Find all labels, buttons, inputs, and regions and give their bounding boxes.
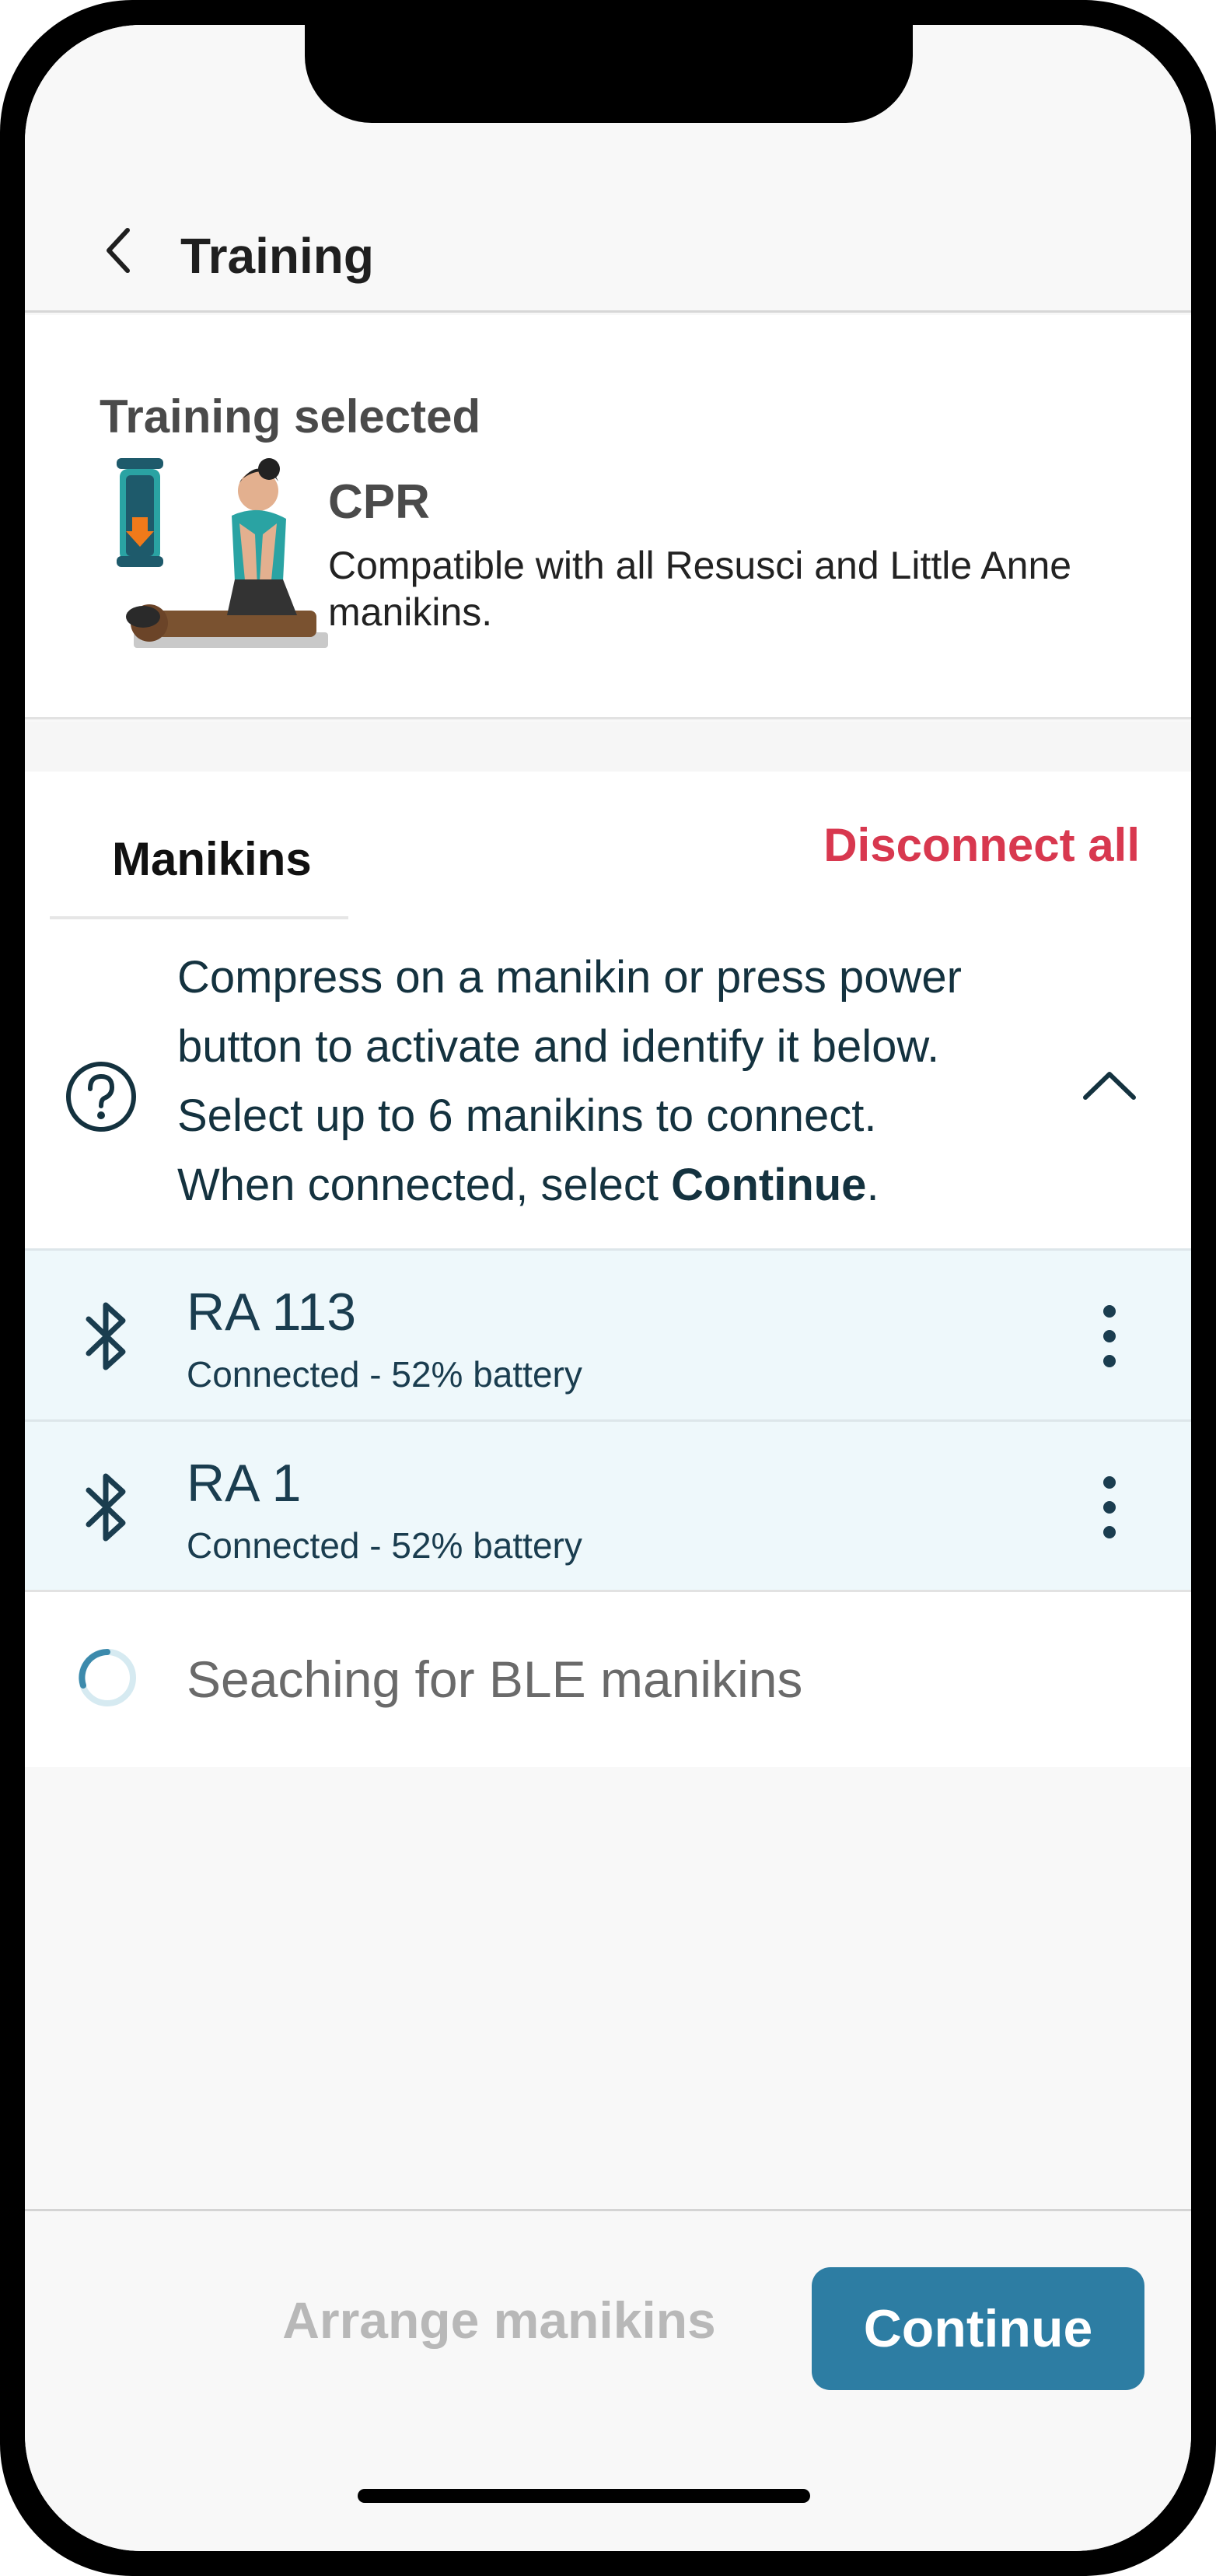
app-screen: Training Training selected CPR Compatibl… [25, 25, 1191, 2551]
tab-manikins[interactable]: Manikins [50, 772, 348, 919]
training-description: Compatible with all Resusci and Little A… [328, 544, 1072, 634]
tab-manikins-label: Manikins [112, 833, 312, 885]
instructions-line-4: When connected, select Continue. [177, 1150, 1087, 1220]
device-notch [305, 25, 913, 123]
cpr-illustration [117, 458, 328, 648]
instructions-line-4-prefix: When connected, select [177, 1160, 672, 1210]
manikin-name: RA 113 [187, 1283, 357, 1342]
more-vertical-icon-dot [1103, 1330, 1116, 1342]
loading-spinner-icon [79, 1649, 136, 1706]
more-vertical-icon-dot [1103, 1355, 1116, 1367]
bluetooth-icon [86, 1473, 126, 1542]
training-selected-card: Training selected CPR Compatible with al… [25, 315, 1191, 719]
instructions-line-3: Select up to 6 manikins to connect. [177, 1090, 877, 1141]
manikins-panel: Manikins Disconnect all Compress on a ma… [25, 772, 1191, 1767]
section-divider [25, 722, 1191, 772]
manikin-status: Connected - 52% battery [187, 1354, 582, 1395]
more-vertical-icon [1103, 1305, 1116, 1318]
more-vertical-icon [1103, 1476, 1116, 1489]
training-selected-heading: Training selected [100, 390, 481, 443]
back-button[interactable] [87, 212, 149, 289]
instructions-block: Compress on a manikin or press power but… [25, 919, 1191, 1250]
arrange-manikins-button[interactable]: Arrange manikins [258, 2266, 740, 2375]
chevron-left-icon [107, 228, 130, 273]
instructions-text: Compress on a manikin or press power but… [177, 943, 1087, 1220]
searching-row: Seaching for BLE manikins [25, 1590, 1191, 1767]
manikin-row[interactable]: RA 113 Connected - 52% battery [25, 1248, 1191, 1419]
manikin-row[interactable]: RA 1 Connected - 52% battery [25, 1419, 1191, 1591]
more-options-button[interactable] [1082, 1297, 1137, 1375]
instructions-line-1: Compress on a manikin or press power [177, 952, 962, 1003]
manikin-name: RA 1 [187, 1454, 302, 1513]
disconnect-all-button[interactable]: Disconnect all [823, 818, 1140, 872]
phone-frame: Training Training selected CPR Compatibl… [0, 0, 1216, 2576]
question-circle-icon [66, 1062, 136, 1132]
training-title: CPR [328, 475, 430, 529]
manikin-status: Connected - 52% battery [187, 1525, 582, 1566]
chevron-up-icon [1083, 1072, 1136, 1100]
continue-button[interactable]: Continue [812, 2267, 1144, 2390]
collapse-instructions-button[interactable] [1074, 1050, 1144, 1120]
instructions-line-2: button to activate and identify it below… [177, 1021, 940, 1072]
more-options-button[interactable] [1082, 1468, 1137, 1546]
home-indicator[interactable] [358, 2489, 810, 2503]
page-title: Training [180, 228, 374, 284]
searching-status-text: Seaching for BLE manikins [187, 1650, 803, 1708]
more-vertical-icon-dot [1103, 1526, 1116, 1538]
instructions-line-4-suffix: . [866, 1160, 879, 1210]
more-vertical-icon-dot [1103, 1501, 1116, 1514]
instructions-continue-word: Continue [671, 1160, 867, 1210]
bluetooth-icon [86, 1302, 126, 1370]
